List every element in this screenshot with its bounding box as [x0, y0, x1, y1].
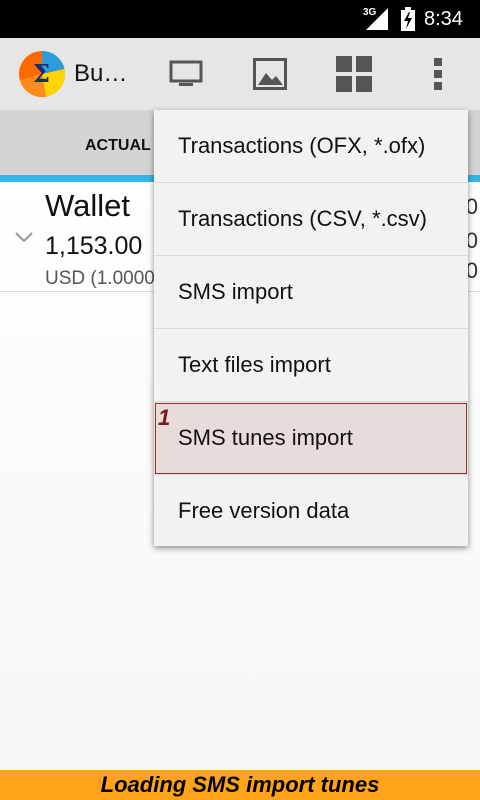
clock: 8:34 [424, 8, 463, 30]
menu-item-sms-import[interactable]: SMS import [154, 256, 468, 329]
menu-item-label: SMS import [178, 279, 293, 304]
menu-item-label: Free version data [178, 498, 350, 523]
menu-item-sms-tunes-import[interactable]: SMS tunes import [154, 402, 468, 475]
menu-item-text-files-import[interactable]: Text files import [154, 329, 468, 402]
menu-item-label: Text files import [178, 352, 331, 377]
menu-item-label: SMS tunes import [178, 425, 353, 450]
svg-text:Σ: Σ [33, 59, 50, 88]
app-title: Bu… [74, 60, 128, 87]
battery-charging-icon [401, 7, 415, 31]
menu-item-ofx[interactable]: Transactions (OFX, *.ofx) [154, 110, 468, 183]
step-marker: 1 [158, 405, 171, 430]
menu-item-label: Transactions (CSV, *.csv) [178, 206, 428, 231]
account-name: Wallet [45, 188, 130, 223]
import-popup-menu: Transactions (OFX, *.ofx) Transactions (… [154, 110, 468, 546]
menu-item-label: Transactions (OFX, *.ofx) [178, 133, 426, 158]
network-type: 3G [363, 7, 377, 18]
tab-actual[interactable]: ACTUAL [0, 110, 160, 182]
account-currency: USD (1.0000 [45, 268, 155, 289]
status-bar: 3G 8:34 [0, 0, 480, 38]
menu-item-free-version-data[interactable]: Free version data [154, 475, 468, 548]
menu-item-csv[interactable]: Transactions (CSV, *.csv) [154, 183, 468, 256]
sigma-logo[interactable]: Σ [18, 50, 66, 98]
overflow-menu-icon[interactable] [420, 56, 456, 92]
account-balance: 1,153.00 [45, 232, 143, 260]
monitor-icon[interactable] [168, 56, 204, 92]
status-banner: Loading SMS import tunes [0, 770, 480, 800]
grid-icon[interactable] [336, 56, 372, 92]
action-bar: Σ Bu… [0, 38, 480, 110]
image-icon[interactable] [252, 56, 288, 92]
banner-text: Loading SMS import tunes [100, 772, 380, 797]
chevron-down-icon[interactable] [14, 230, 34, 244]
tab-actual-label: ACTUAL [85, 137, 151, 154]
